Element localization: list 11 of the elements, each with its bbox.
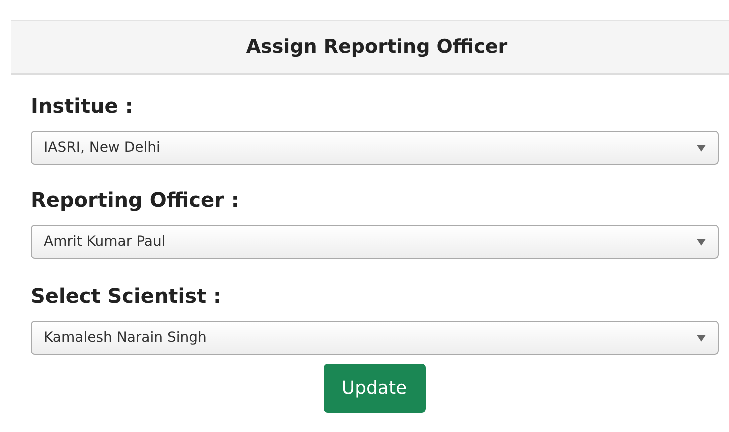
- field-label: Institue :: [31, 93, 134, 120]
- dropdown[interactable]: Amrit Kumar Paul: [31, 225, 719, 259]
- caret-icon: [697, 238, 706, 246]
- dropdown[interactable]: Kamalesh Narain Singh: [31, 321, 719, 355]
- field-label: Select Scientist :: [31, 283, 223, 310]
- caret-icon: [697, 334, 706, 342]
- caret-icon: [697, 144, 706, 152]
- dropdown[interactable]: IASRI, New Delhi: [31, 131, 719, 165]
- panel-title: Assign Reporting Officer: [245, 36, 508, 58]
- field-label: Reporting Officer :: [31, 187, 240, 214]
- update-button[interactable]: Update: [324, 364, 426, 413]
